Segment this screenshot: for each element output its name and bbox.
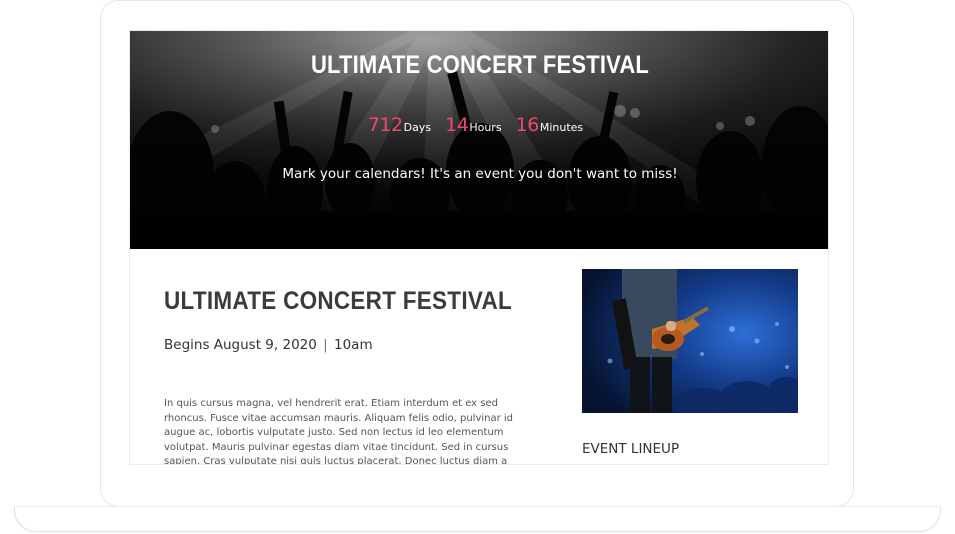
concert-guitarist-photo [582, 269, 798, 413]
hero-banner: ULTIMATE CONCERT FESTIVAL 712Days 14Hour… [130, 31, 828, 249]
countdown-hours-label: Hours [469, 121, 502, 134]
event-datetime: Begins August 9, 2020 | 10am [164, 337, 373, 353]
datetime-separator: | [323, 337, 328, 353]
event-date: Begins August 9, 2020 [164, 337, 317, 353]
countdown-days-value: 712 [367, 114, 403, 136]
event-title: ULTIMATE CONCERT FESTIVAL [164, 287, 512, 315]
laptop-base [14, 506, 941, 532]
countdown-timer: 712Days 14Hours 16Minutes [130, 114, 828, 136]
event-lineup-heading: EVENT LINEUP [582, 441, 680, 457]
event-description: In quis cursus magna, vel hendrerit erat… [164, 398, 514, 465]
countdown-minutes-value: 16 [515, 114, 540, 136]
countdown-days-label: Days [403, 121, 432, 134]
countdown-hours-value: 14 [445, 114, 469, 136]
event-time: 10am [334, 337, 373, 353]
countdown-minutes-label: Minutes [539, 121, 584, 134]
hero-title: ULTIMATE CONCERT FESTIVAL [310, 51, 650, 79]
hero-tagline: Mark your calendars! It's an event you d… [282, 166, 678, 182]
browser-screen: ULTIMATE CONCERT FESTIVAL 712Days 14Hour… [129, 30, 829, 465]
